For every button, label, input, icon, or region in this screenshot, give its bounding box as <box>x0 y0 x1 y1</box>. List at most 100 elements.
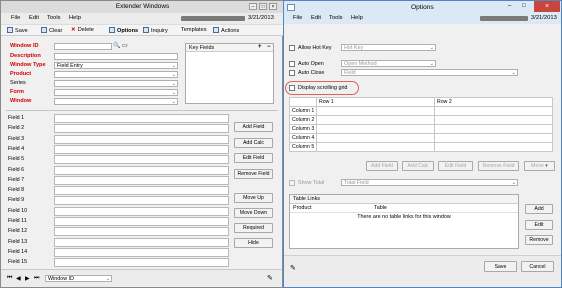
note-icon[interactable]: ▭ <box>122 42 128 49</box>
field-input[interactable] <box>54 124 229 134</box>
field-input[interactable] <box>54 186 229 196</box>
allow-hot-key-checkbox[interactable] <box>289 45 295 51</box>
templates-button[interactable]: Templates <box>181 27 207 33</box>
grid-row[interactable]: Column 1 <box>289 106 553 116</box>
field-input[interactable] <box>54 144 229 154</box>
grid-row[interactable]: Column 2 <box>289 115 553 125</box>
minimize-button[interactable]: – <box>508 3 511 9</box>
window-select[interactable]: ⌄ <box>54 98 178 105</box>
auto-open-checkbox[interactable] <box>289 61 295 67</box>
menu-tools[interactable]: Tools <box>47 15 61 21</box>
field-input[interactable] <box>54 155 229 165</box>
series-select[interactable]: ⌄ <box>54 80 178 87</box>
grid-row[interactable]: Column 3 <box>289 124 553 134</box>
next-record-icon[interactable]: ▶ <box>25 275 30 282</box>
field-input[interactable] <box>54 237 229 247</box>
product-select[interactable]: ⌄ <box>54 71 178 78</box>
grid-cell[interactable] <box>434 142 553 152</box>
save-button[interactable]: Save <box>484 261 517 272</box>
key-fields-list[interactable]: Key Fields + − <box>185 43 274 104</box>
add-field-button[interactable]: Add Field <box>234 122 273 132</box>
grid-cell[interactable] <box>434 115 553 125</box>
grid-row[interactable]: Column 4 <box>289 133 553 143</box>
move-up-button[interactable]: Move Up <box>234 193 273 203</box>
open-method-select[interactable]: Open Method ⌄ <box>341 60 436 67</box>
total-field-select[interactable]: Total Field ⌄ <box>341 179 518 186</box>
field-input[interactable] <box>54 165 229 175</box>
inquiry-button[interactable]: Inquiry <box>143 27 168 34</box>
note-icon[interactable]: ✎ <box>267 274 273 282</box>
grid-cell[interactable] <box>316 142 435 152</box>
close-button[interactable]: × <box>269 3 277 10</box>
form-select[interactable]: ⌄ <box>54 89 178 96</box>
window-id-input[interactable] <box>54 43 112 50</box>
save-button[interactable]: Save <box>7 27 28 34</box>
field-input[interactable] <box>54 114 229 123</box>
field-input[interactable] <box>54 258 229 268</box>
menu-file[interactable]: File <box>293 15 302 21</box>
scrolling-grid[interactable]: Row 1 Row 2 Column 1 Column 2 Column 3 Column… <box>289 97 553 152</box>
grid-cell[interactable] <box>434 106 553 116</box>
field-input[interactable] <box>54 217 229 226</box>
delete-icon: ✕ <box>71 27 76 33</box>
maximize-button[interactable]: □ <box>522 3 526 9</box>
description-input[interactable] <box>54 53 178 60</box>
grid-add-field-button[interactable]: Add Field <box>366 161 398 171</box>
last-record-icon[interactable]: ⏭ <box>34 275 39 282</box>
field-input[interactable] <box>54 227 229 237</box>
menu-help[interactable]: Help <box>351 15 363 21</box>
edit-link-button[interactable]: Edit <box>525 220 553 230</box>
remove-key-field-button[interactable]: − <box>267 44 271 50</box>
grid-cell[interactable] <box>316 124 435 134</box>
options-button[interactable]: Options <box>109 27 138 34</box>
add-key-field-button[interactable]: + <box>258 44 262 50</box>
menu-edit[interactable]: Edit <box>29 15 39 21</box>
grid-row[interactable]: Column 5 <box>289 142 553 152</box>
grid-add-calc-button[interactable]: Add Calc <box>402 161 434 171</box>
window-type-select[interactable]: Field Entry ⌄ <box>54 62 178 69</box>
menu-tools[interactable]: Tools <box>329 15 343 21</box>
edit-field-button[interactable]: Edit Field <box>234 153 273 163</box>
grid-corner-cell <box>289 97 317 107</box>
clear-button[interactable]: Clear <box>41 27 62 34</box>
grid-move-button[interactable]: Move ▾ <box>524 161 555 171</box>
field-input[interactable] <box>54 196 229 206</box>
grid-cell[interactable] <box>434 133 553 143</box>
show-total-checkbox[interactable] <box>289 180 295 186</box>
browse-by-select[interactable]: Window ID ⌄ <box>45 275 112 282</box>
actions-button[interactable]: Actions <box>213 27 239 34</box>
grid-edit-field-button[interactable]: Edit Field <box>438 161 473 171</box>
previous-record-icon[interactable]: ◀ <box>16 275 21 282</box>
remove-field-button[interactable]: Remove Field <box>234 169 273 179</box>
required-button[interactable]: Required <box>234 223 273 233</box>
field-input[interactable] <box>54 247 229 257</box>
menu-edit[interactable]: Edit <box>311 15 321 21</box>
cancel-button[interactable]: Cancel <box>521 261 554 272</box>
grid-cell[interactable] <box>316 106 435 116</box>
minimize-button[interactable]: – <box>249 3 257 10</box>
grid-remove-field-button[interactable]: Remove Field <box>478 161 519 171</box>
add-link-button[interactable]: Add <box>525 204 553 214</box>
move-down-button[interactable]: Move Down <box>234 208 273 218</box>
grid-cell[interactable] <box>316 115 435 125</box>
delete-button[interactable]: ✕ Delete <box>71 27 94 33</box>
add-calc-button[interactable]: Add Calc <box>234 138 273 148</box>
hot-key-select[interactable]: Hot Key ⌄ <box>341 44 436 51</box>
grid-cell[interactable] <box>434 124 553 134</box>
close-field-select[interactable]: Field ⌄ <box>341 69 518 76</box>
auto-close-checkbox[interactable] <box>289 70 295 76</box>
first-record-icon[interactable]: ⏮ <box>7 275 12 282</box>
menu-help[interactable]: Help <box>69 15 81 21</box>
field-input[interactable] <box>54 206 229 216</box>
maximize-button[interactable]: □ <box>259 3 267 10</box>
close-button[interactable]: × <box>534 1 560 12</box>
note-icon[interactable]: ✎ <box>290 264 296 272</box>
field-input[interactable] <box>54 134 229 144</box>
lookup-icon[interactable]: 🔍 <box>113 42 120 49</box>
remove-link-button[interactable]: Remove <box>525 235 553 245</box>
menu-file[interactable]: File <box>11 15 20 21</box>
field-input[interactable] <box>54 175 229 185</box>
display-scrolling-grid-checkbox[interactable] <box>289 85 295 91</box>
hide-button[interactable]: Hide <box>234 238 273 248</box>
grid-cell[interactable] <box>316 133 435 143</box>
